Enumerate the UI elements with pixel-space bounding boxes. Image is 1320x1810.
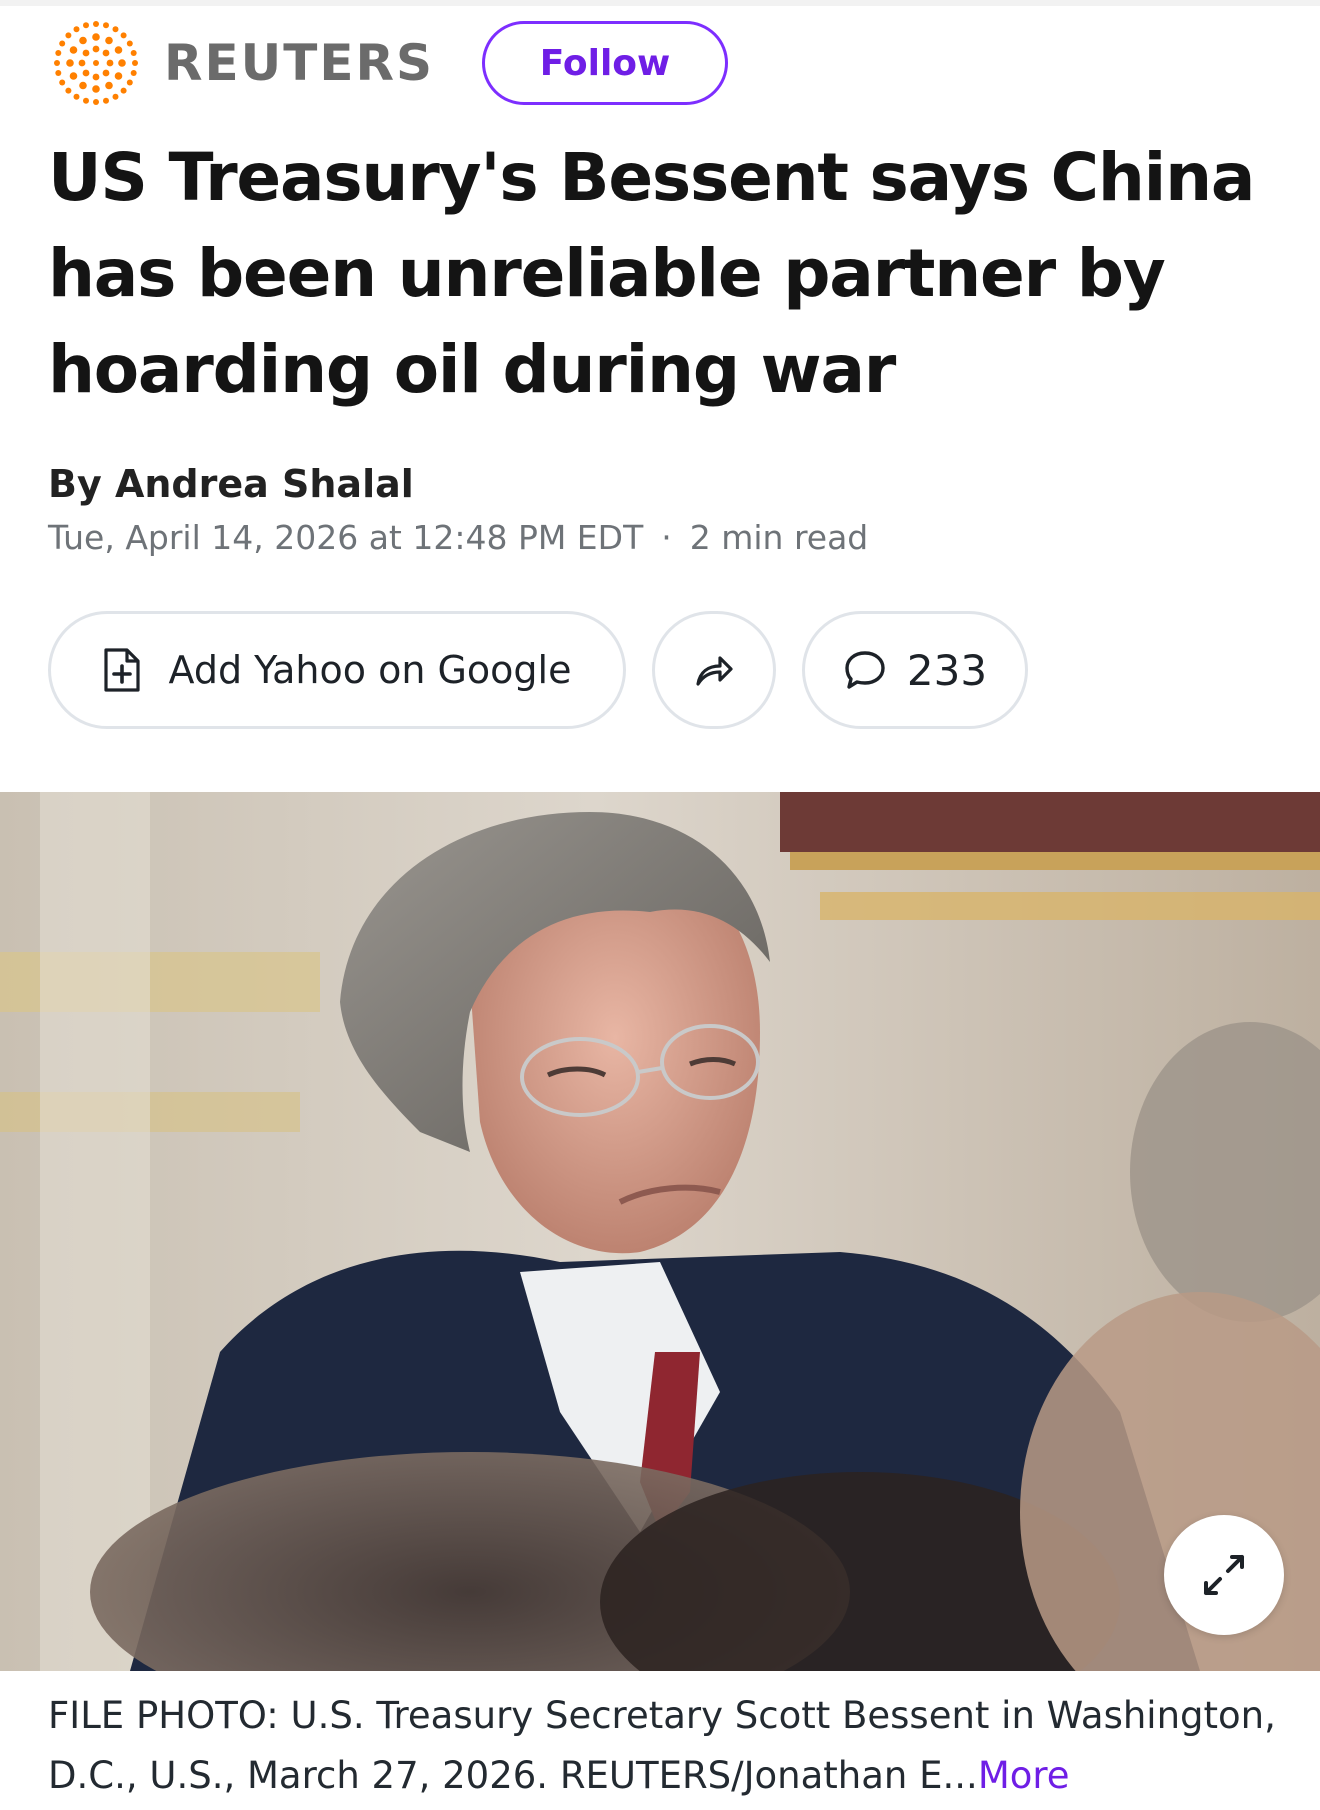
article-meta: Tue, April 14, 2026 at 12:48 PM EDT · 2 … (48, 518, 868, 557)
article-photo-image (0, 792, 1320, 1671)
expand-arrows-icon (1204, 1555, 1244, 1595)
top-divider (0, 0, 1320, 6)
caption-text: FILE PHOTO: U.S. Treasury Secretary Scot… (48, 1694, 1276, 1797)
photo-caption: FILE PHOTO: U.S. Treasury Secretary Scot… (48, 1686, 1288, 1806)
comment-count: 233 (906, 645, 988, 695)
publisher-name[interactable]: REUTERS (164, 34, 434, 92)
expand-photo-button[interactable] (1164, 1515, 1284, 1635)
caption-more-link[interactable]: More (978, 1754, 1070, 1797)
publisher-header: REUTERS Follow (48, 18, 729, 108)
article-actions: Add Yahoo on Google 233 (48, 611, 1028, 729)
author-byline[interactable]: By Andrea Shalal (48, 462, 414, 506)
publish-date: Tue, April 14, 2026 at 12:48 PM EDT (48, 518, 644, 557)
share-button[interactable] (652, 611, 776, 729)
caption-ellipsis: ... (942, 1754, 978, 1797)
add-yahoo-on-google-button[interactable]: Add Yahoo on Google (48, 611, 626, 729)
follow-button[interactable]: Follow (482, 21, 729, 105)
speech-bubble-icon (845, 651, 885, 689)
add-yahoo-on-google-label: Add Yahoo on Google (168, 648, 572, 692)
share-arrow-icon (696, 656, 733, 686)
reuters-logo-icon (54, 21, 138, 105)
read-time: 2 min read (689, 518, 869, 557)
document-plus-icon (103, 648, 140, 692)
article-headline: US Treasury's Bessent says China has bee… (48, 139, 1255, 408)
meta-separator: · (661, 518, 672, 557)
article-photo[interactable] (0, 792, 1320, 1671)
comments-button[interactable]: 233 (802, 611, 1028, 729)
